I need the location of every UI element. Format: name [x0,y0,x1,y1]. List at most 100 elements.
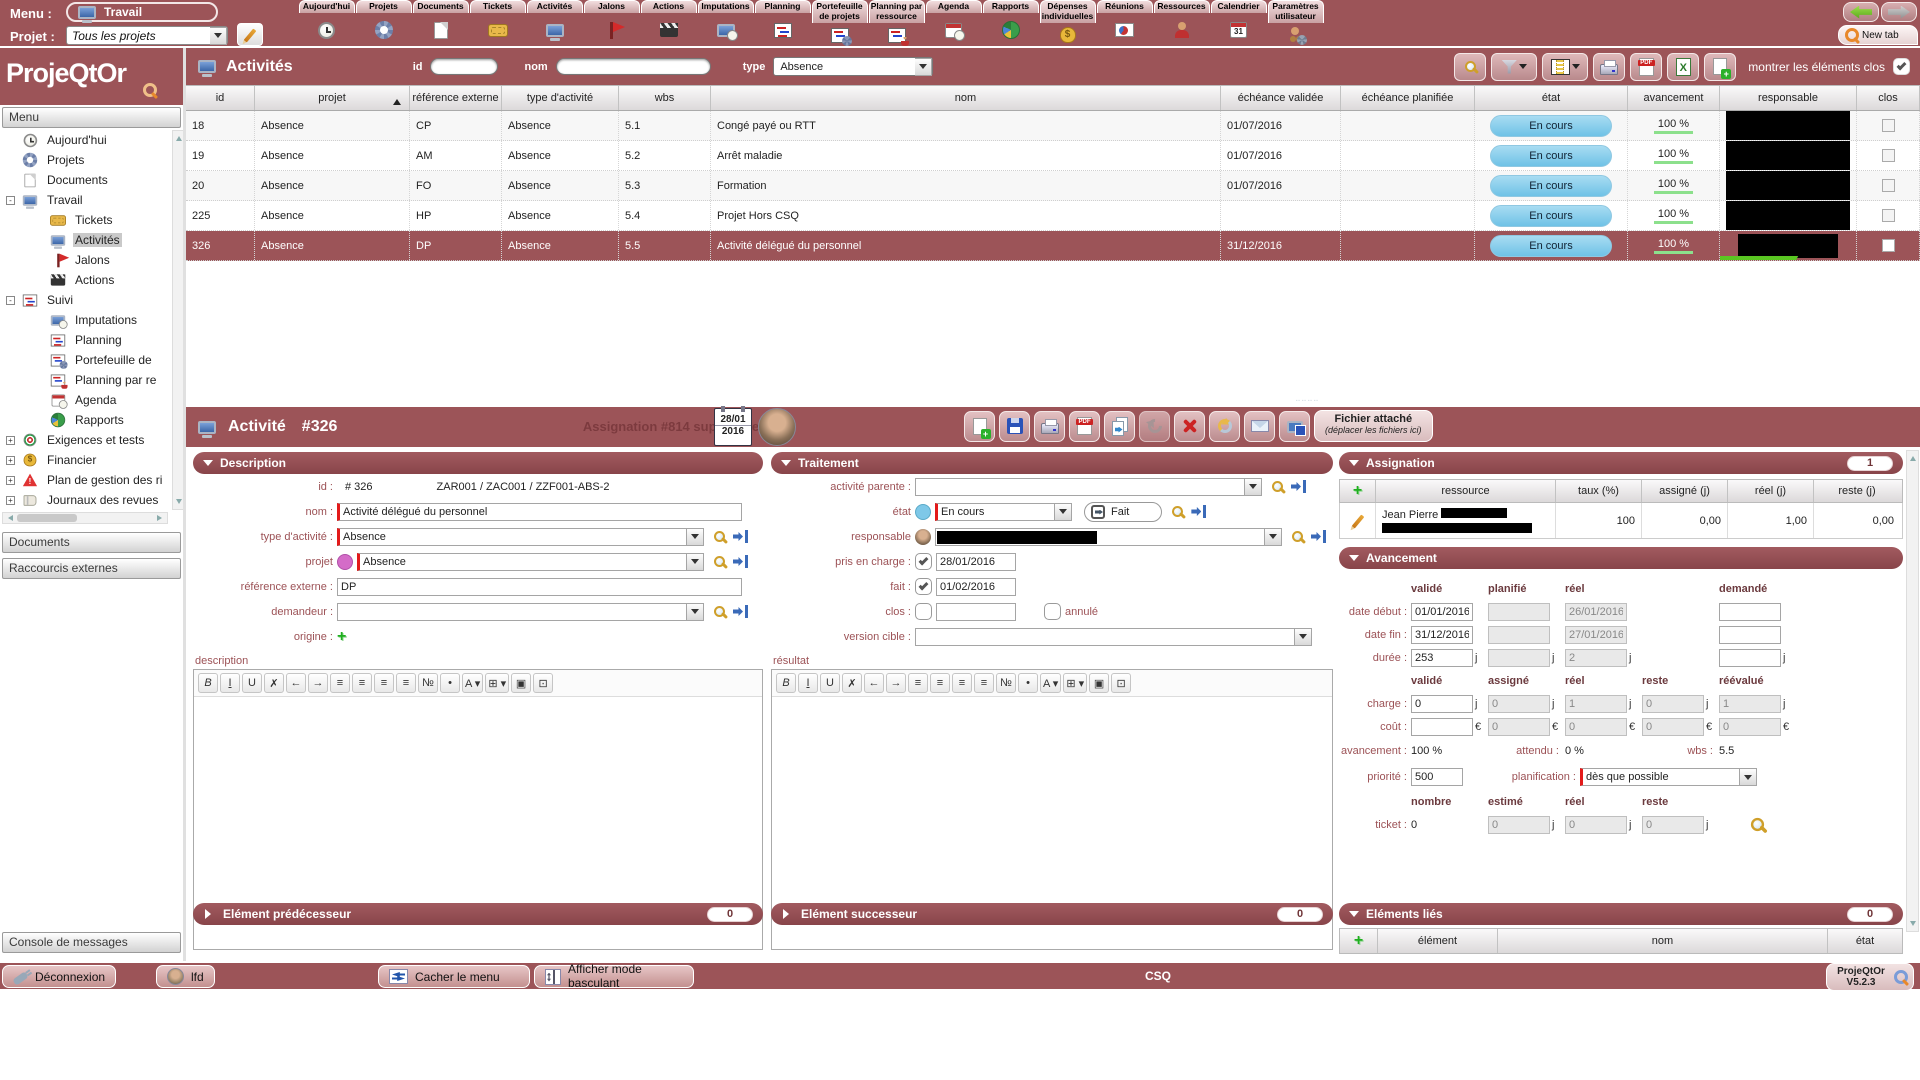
column-chooser-button[interactable] [1542,53,1588,81]
search-icon[interactable] [1272,481,1283,492]
successor-section-header[interactable]: Elément successeur 0 [771,903,1333,925]
current-menu-pill[interactable]: Travail [66,2,218,22]
message-console-panel-header[interactable]: Console de messages [2,932,181,953]
tree-expander-icon[interactable] [6,136,15,145]
column-header[interactable]: clos [1857,86,1920,110]
fait-checkbox[interactable] [915,578,932,595]
filter-button[interactable] [1491,53,1537,81]
closed-checkbox[interactable] [1882,119,1895,132]
toolbar-tab[interactable]: Aujourd'hui [298,0,355,48]
clos-checkbox[interactable] [915,603,932,620]
sidebar-item[interactable]: + Financier [2,450,181,470]
charge-valide-input[interactable] [1411,695,1473,713]
toolbar-tab[interactable]: Projets [355,0,412,48]
external-shortcuts-panel-header[interactable]: Raccourcis externes [2,558,181,579]
editor-button[interactable]: B [198,673,218,693]
column-header[interactable]: état [1475,86,1628,110]
editor-button[interactable]: I [798,673,818,693]
toolbar-tab[interactable]: Planning par ressource [868,0,925,48]
sidebar-item[interactable]: + Exigences et tests [2,430,181,450]
sidebar-item[interactable]: Planning [2,330,181,350]
sidebar-item[interactable]: Tickets [2,210,181,230]
tree-expander-icon[interactable]: + [6,436,15,445]
tree-expander-icon[interactable]: + [6,476,15,485]
tree-expander-icon[interactable] [6,156,15,165]
planification-select[interactable] [1580,768,1740,786]
chevron-down-icon[interactable] [1055,503,1072,521]
parente-select[interactable] [915,478,1245,496]
chevron-down-icon[interactable] [915,58,932,76]
tree-expander-icon[interactable] [34,356,43,365]
toggle-mode-button[interactable]: Afficher mode basculant [534,965,694,988]
tree-expander-icon[interactable] [34,416,43,425]
sidebar-item[interactable]: - Suivi [2,290,181,310]
version-badge[interactable]: ProjeQtOrV5.2.3 [1826,963,1914,991]
toolbar-tab[interactable]: Agenda [925,0,982,48]
sidebar-item[interactable]: + Plan de gestion des ri [2,470,181,490]
sidebar-item[interactable]: Jalons [2,250,181,270]
new-button[interactable] [964,411,995,442]
chevron-down-icon[interactable] [1265,528,1282,546]
search-icon[interactable] [714,531,725,542]
editor-button[interactable]: № [418,673,438,693]
menu-panel-header[interactable]: Menu [2,107,181,128]
tree-expander-icon[interactable] [34,316,43,325]
version-cible-select[interactable] [915,628,1295,646]
duree-valide-input[interactable] [1411,649,1473,667]
search-icon[interactable] [1751,818,1764,831]
goto-icon[interactable] [733,530,748,543]
cout-valide-input[interactable] [1411,718,1473,736]
checkpoint-button[interactable] [1279,411,1310,442]
chevron-down-icon[interactable] [1295,628,1312,646]
etat-select[interactable] [935,503,1055,521]
chevron-down-icon[interactable] [687,603,704,621]
export-pdf-button[interactable] [1630,53,1662,81]
edit-pencil-icon[interactable] [1351,514,1364,528]
fait-date[interactable] [936,578,1016,596]
table-row[interactable]: 20 Absence FO Absence 5.3 Formation 01/0… [186,171,1920,201]
chevron-down-icon[interactable] [687,553,704,571]
editor-button[interactable]: → [886,673,906,693]
toolbar-tab[interactable]: Tickets [469,0,526,48]
closed-checkbox[interactable] [1882,209,1895,222]
new-item-button[interactable] [1704,53,1736,81]
editor-button[interactable]: ✗ [842,673,862,693]
sidebar-item[interactable]: Agenda [2,390,181,410]
export-pdf-button[interactable] [1069,411,1100,442]
show-closed-checkbox[interactable] [1893,58,1910,75]
toolbar-tab[interactable]: Paramètres utilisateur [1267,0,1324,48]
delete-button[interactable] [1174,411,1205,442]
column-header[interactable]: projet [255,86,410,110]
copy-button[interactable] [1104,411,1135,442]
filter-nom-input[interactable] [556,58,711,75]
history-back-button[interactable] [1843,2,1879,22]
editor-button[interactable]: № [996,673,1016,693]
search-icon[interactable] [714,606,725,617]
editor-button[interactable]: ≡ [908,673,928,693]
closed-checkbox[interactable] [1882,179,1895,192]
toolbar-tab[interactable]: Imputations [697,0,754,48]
documents-panel-header[interactable]: Documents [2,532,181,553]
column-header[interactable]: id [186,86,255,110]
project-select[interactable]: Tous les projets [66,26,228,45]
transition-fait-button[interactable]: Fait [1084,502,1162,522]
linked-elements-section-header[interactable]: Eléments liés 0 [1339,903,1903,925]
print-button[interactable] [1034,411,1065,442]
debut-demande-input[interactable] [1719,603,1781,621]
editor-button[interactable]: ▣ [1089,673,1109,693]
editor-button[interactable]: ≡ [396,673,416,693]
editor-button[interactable]: → [308,673,328,693]
assignation-section-header[interactable]: Assignation1 [1339,452,1903,474]
editor-button[interactable]: ⊡ [1111,673,1131,693]
search-icon[interactable] [714,556,725,567]
fin-demande-input[interactable] [1719,626,1781,644]
editor-button[interactable]: ≡ [974,673,994,693]
editor-button[interactable]: B [776,673,796,693]
table-row[interactable]: 19 Absence AM Absence 5.2 Arrêt maladie … [186,141,1920,171]
goto-icon[interactable] [1311,530,1326,543]
column-header[interactable]: wbs [619,86,711,110]
pris-en-charge-date[interactable] [936,553,1016,571]
editor-button[interactable]: ≡ [352,673,372,693]
table-row[interactable]: 326 Absence DP Absence 5.5 Activité délé… [186,231,1920,261]
reference-input[interactable] [337,578,742,596]
